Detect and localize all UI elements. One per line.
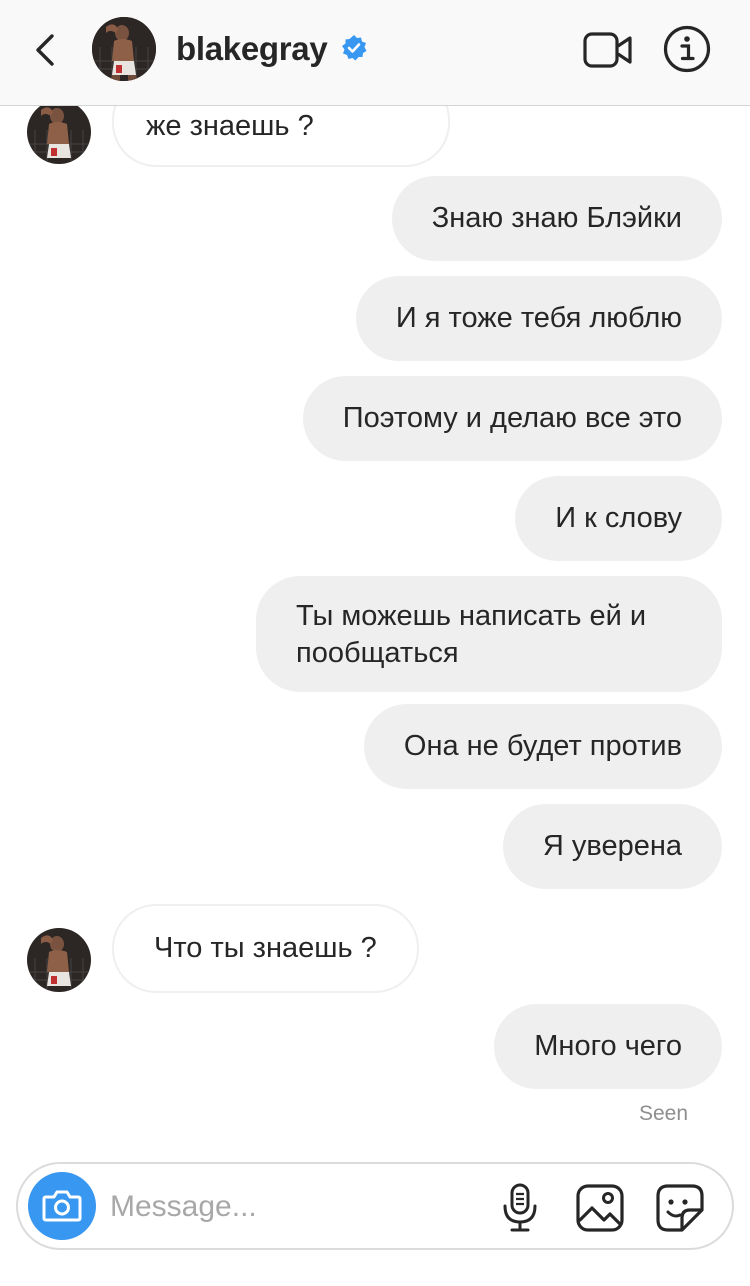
verified-badge-icon: [342, 35, 367, 61]
camera-icon: [42, 1190, 82, 1222]
message-text: Поэтому и делаю все это: [342, 402, 682, 434]
message-text: же знаешь ?: [146, 110, 314, 142]
message-bubble-incoming[interactable]: Что ты знаешь ?: [112, 904, 419, 993]
message-bubble-outgoing[interactable]: Я уверена: [502, 804, 722, 889]
gallery-button[interactable]: [574, 1182, 626, 1234]
seen-status: Seen: [638, 1102, 688, 1125]
message-text: Ты можешь написать ей и пообщаться: [296, 600, 647, 669]
video-call-button[interactable]: [582, 28, 634, 72]
message-text: И к слову: [555, 502, 682, 534]
profile-photo: [92, 17, 156, 81]
profile-photo: [27, 928, 91, 992]
message-text: Она не будет против: [403, 730, 682, 762]
message-bubble-outgoing[interactable]: Знаю знаю Блэйки: [391, 176, 722, 261]
message-input[interactable]: [110, 1184, 490, 1230]
message-bubble-outgoing[interactable]: Много чего: [494, 1004, 722, 1089]
message-text: Знаю знаю Блэйки: [431, 202, 682, 234]
message-text: Много чего: [534, 1030, 682, 1062]
chat-username[interactable]: blakegray: [176, 30, 328, 68]
sticker-icon: [656, 1184, 704, 1232]
message-text: И я тоже тебя люблю: [395, 302, 682, 334]
info-button[interactable]: [662, 24, 712, 74]
message-bubble-outgoing[interactable]: И я тоже тебя люблю: [355, 276, 722, 361]
microphone-icon: [503, 1183, 537, 1232]
chat-header: blakegray: [0, 0, 750, 106]
voice-message-button[interactable]: [500, 1182, 540, 1234]
sender-avatar[interactable]: [27, 100, 91, 164]
message-text: Я уверена: [542, 830, 682, 862]
sender-avatar[interactable]: [27, 928, 91, 992]
message-composer: [16, 1162, 734, 1250]
chevron-left-icon: [36, 34, 54, 66]
chat-screen: blakegray же знаешь ? Знаю знаю Блэйки И…: [0, 0, 750, 1286]
sticker-button[interactable]: [654, 1182, 706, 1234]
message-bubble-outgoing[interactable]: Поэтому и делаю все это: [302, 376, 722, 461]
header-avatar[interactable]: [92, 17, 156, 81]
message-bubble-outgoing[interactable]: И к слову: [515, 476, 722, 561]
back-button[interactable]: [26, 26, 66, 74]
gallery-icon: [576, 1184, 624, 1232]
info-icon: [663, 25, 711, 73]
message-text: Что ты знаешь ?: [154, 932, 377, 964]
camera-button[interactable]: [28, 1172, 96, 1240]
video-camera-icon: [583, 32, 632, 68]
message-bubble-outgoing[interactable]: Ты можешь написать ей и пообщаться: [256, 576, 722, 692]
profile-photo: [27, 100, 91, 164]
message-bubble-outgoing[interactable]: Она не будет против: [363, 704, 722, 789]
